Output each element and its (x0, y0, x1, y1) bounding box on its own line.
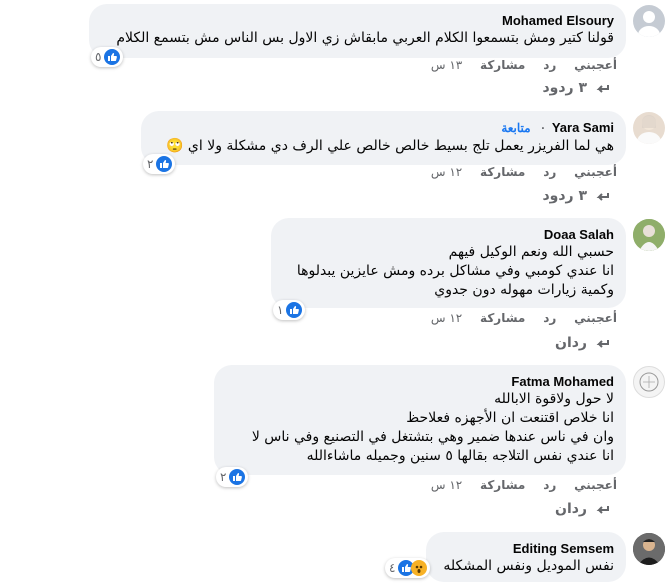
reply-arrow-icon (596, 340, 609, 348)
share-button[interactable]: مشاركة (480, 311, 525, 325)
comment-timestamp[interactable]: ١٢ س (431, 165, 462, 179)
user-photo-icon (633, 533, 665, 565)
comment-author[interactable]: Doaa Salah (283, 226, 614, 243)
reaction-summary[interactable]: ٤ (385, 558, 431, 578)
view-replies-link[interactable]: ٣ ردود (542, 80, 609, 96)
like-reaction-icon (156, 156, 173, 172)
reaction-count: ٥ (95, 50, 102, 64)
replies-count: ٣ ردود (542, 80, 587, 96)
reaction-count: ٤ (389, 561, 396, 575)
like-button[interactable]: أعجبني (574, 311, 617, 325)
comment-bubble: Yara Sami · متابعة هي لما الفريزر يعمل ت… (141, 111, 626, 165)
comment-timestamp[interactable]: ١٢ س (431, 311, 462, 325)
comment-text-line: وكمية زيارات مهوله دون جدوي (434, 282, 614, 298)
comment-text-line: وان في ناس عندها ضمير وهي بتشتغل في التص… (251, 429, 614, 445)
comment-actions: أعجبني رد مشاركة ١٢ س (417, 478, 617, 492)
view-replies-link[interactable]: ردان (555, 335, 609, 351)
comment-text-line: حسبي الله ونعم الوكيل فيهم (448, 244, 614, 260)
reply-arrow-icon (596, 193, 609, 201)
comment-text-line: انا خلاص اقتنعت ان الأجهزه فعلاحظ (406, 410, 614, 426)
comment-text-line: انا عندي نفس التلاجه بقالها ٥ سنين وجميل… (306, 448, 614, 464)
reply-button[interactable]: رد (543, 478, 556, 492)
user-photo-icon (633, 219, 665, 251)
replies-count: ردان (555, 335, 587, 351)
avatar[interactable] (633, 112, 665, 144)
avatar[interactable] (633, 5, 665, 37)
logo-avatar-icon (639, 372, 659, 392)
reaction-summary[interactable]: ٢ (143, 154, 176, 174)
comment-author[interactable]: Fatma Mohamed (226, 373, 614, 390)
share-button[interactable]: مشاركة (480, 58, 525, 72)
reply-arrow-icon (596, 506, 609, 514)
comment-bubble: Doaa Salah حسبي الله ونعم الوكيل فيهم ان… (271, 218, 626, 308)
user-silhouette-icon (638, 11, 660, 37)
reply-button[interactable]: رد (543, 311, 556, 325)
avatar[interactable] (633, 219, 665, 251)
wow-reaction-icon (411, 560, 428, 576)
reaction-summary[interactable]: ٥ (91, 47, 124, 67)
like-button[interactable]: أعجبني (574, 478, 617, 492)
comment-timestamp[interactable]: ١٣ س (431, 58, 462, 72)
user-photo-icon (637, 115, 661, 144)
reaction-count: ٢ (147, 157, 154, 171)
view-replies-link[interactable]: ردان (555, 501, 609, 517)
like-reaction-icon (286, 302, 303, 318)
comment-bubble: Mohamed Elsoury قولنا كتير ومش بتسمعوا ا… (89, 4, 626, 58)
comment-actions: أعجبني رد مشاركة ١٢ س (417, 311, 617, 325)
comment-author[interactable]: Mohamed Elsoury (101, 12, 614, 29)
replies-count: ٣ ردود (542, 188, 587, 204)
share-button[interactable]: مشاركة (480, 165, 525, 179)
comment-text-line: لا حول ولاقوة الابالله (494, 391, 614, 407)
like-reaction-icon (229, 469, 246, 485)
view-replies-link[interactable]: ٣ ردود (542, 188, 609, 204)
comment-text: نفس الموديل ونفس المشكله (443, 558, 614, 574)
comment-text-line: انا عندي كومبي وفي مشاكل برده ومش عايزين… (296, 263, 614, 279)
reply-arrow-icon (596, 85, 609, 93)
like-button[interactable]: أعجبني (574, 165, 617, 179)
comment-author[interactable]: Editing Semsem (438, 540, 614, 557)
reaction-summary[interactable]: ٢ (216, 467, 249, 487)
comment-author[interactable]: Yara Sami (552, 120, 614, 135)
comment-text: قولنا كتير ومش بتسمعوا الكلام العربي ماب… (116, 30, 614, 46)
share-button[interactable]: مشاركة (480, 478, 525, 492)
comment-timestamp[interactable]: ١٢ س (431, 478, 462, 492)
reaction-count: ١ (277, 303, 284, 317)
comment-bubble: Editing Semsem نفس الموديل ونفس المشكله (426, 532, 626, 582)
reply-button[interactable]: رد (543, 165, 556, 179)
separator-dot: · (541, 121, 546, 135)
reaction-count: ٢ (220, 470, 227, 484)
comment-bubble: Fatma Mohamed لا حول ولاقوة الابالله انا… (214, 365, 626, 475)
like-button[interactable]: أعجبني (574, 58, 617, 72)
avatar[interactable] (633, 533, 665, 565)
comment-actions: أعجبني رد مشاركة ١٣ س (417, 58, 617, 72)
reaction-summary[interactable]: ١ (273, 300, 306, 320)
comment-text: هي لما الفريزر يعمل تلج بسيط خالص خالص ع… (166, 138, 614, 154)
avatar[interactable] (633, 366, 665, 398)
follow-button[interactable]: متابعة (501, 121, 530, 135)
replies-count: ردان (555, 501, 587, 517)
comment-actions: أعجبني رد مشاركة ١٢ س (417, 165, 617, 179)
like-reaction-icon (104, 49, 121, 65)
reply-button[interactable]: رد (543, 58, 556, 72)
